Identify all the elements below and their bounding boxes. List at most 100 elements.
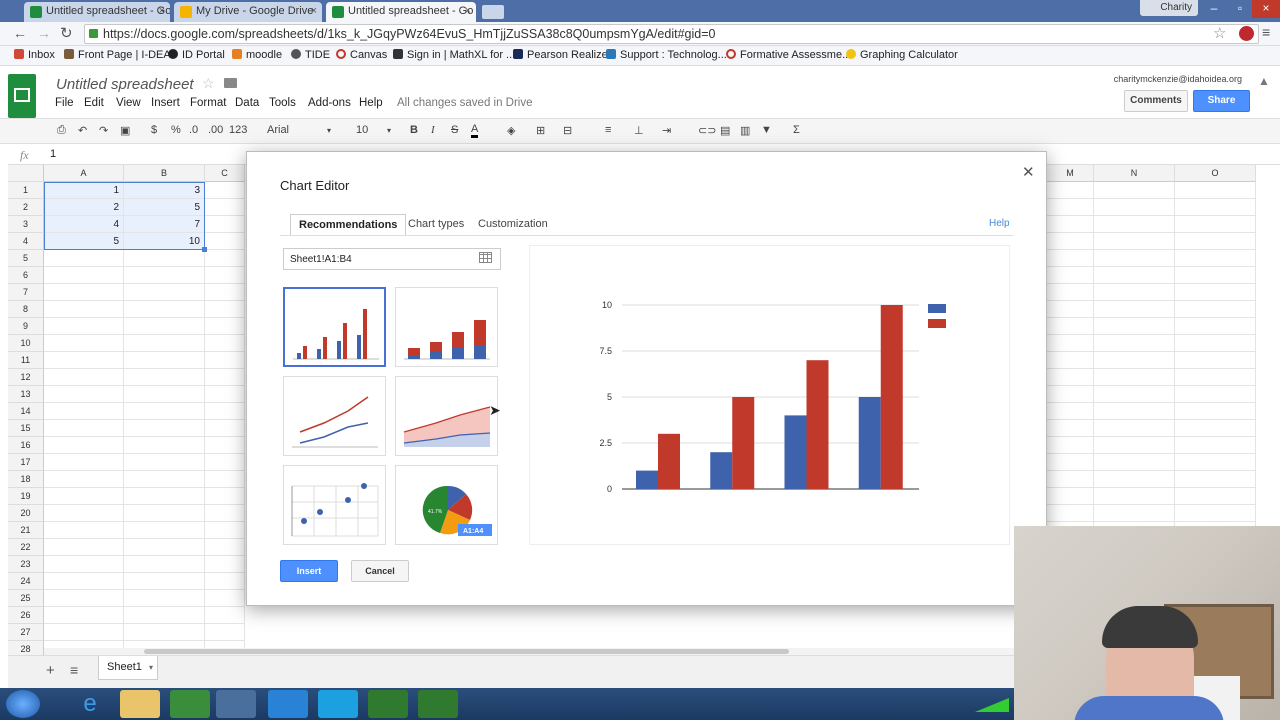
grid-cell[interactable] [205,454,245,471]
menu-format[interactable]: Format [190,97,226,109]
cancel-button[interactable]: Cancel [351,560,409,582]
thumb-pie-chart[interactable]: 41.7% A1:A4 [395,465,498,545]
grid-cell[interactable] [44,284,124,301]
row-header[interactable]: 3 [8,216,44,233]
grid-cell[interactable] [124,301,205,318]
row-header[interactable]: 10 [8,335,44,352]
grid-cell[interactable] [44,403,124,420]
grid-cell[interactable] [44,352,124,369]
grid-cell[interactable] [1094,488,1175,505]
thumb-area-chart[interactable] [395,376,498,456]
grid-cell[interactable] [44,573,124,590]
grid-cell[interactable] [1047,471,1094,488]
grid-cell[interactable] [1047,233,1094,250]
skype-icon[interactable] [318,690,358,718]
help-link[interactable]: Help [989,218,1010,229]
grid-cell[interactable] [44,454,124,471]
grid-cell[interactable] [44,505,124,522]
grid-cell[interactable] [1175,403,1256,420]
grid-cell[interactable] [1047,403,1094,420]
grid-cell[interactable] [205,369,245,386]
undo-icon[interactable]: ↶ [78,124,87,137]
decrease-decimal-button[interactable]: .0 [189,124,198,136]
grid-cell[interactable] [124,607,205,624]
row-header[interactable]: 9 [8,318,44,335]
grid-cell[interactable] [1047,216,1094,233]
browser-tab-1[interactable]: Untitled spreadsheet - Go × [24,2,170,22]
grid-cell[interactable] [1094,318,1175,335]
grid-cell[interactable] [1175,369,1256,386]
grid-cell[interactable]: 5 [124,199,205,216]
row-header[interactable]: 17 [8,454,44,471]
link-icon[interactable]: ⊂⊃ [698,124,716,137]
formula-input[interactable]: 1 [50,148,56,160]
column-header-a[interactable]: A [44,165,124,182]
grid-cell[interactable] [1094,182,1175,199]
grid-cell[interactable] [205,522,245,539]
grid-cell[interactable] [124,505,205,522]
font-select[interactable]: Arial [267,124,289,136]
row-header[interactable]: 14 [8,403,44,420]
grid-cell[interactable]: 7 [124,216,205,233]
strikethrough-icon[interactable]: S [451,124,458,136]
grid-cell[interactable] [1094,335,1175,352]
grid-cell[interactable] [124,573,205,590]
grid-cell[interactable] [1047,369,1094,386]
chevron-down-icon[interactable]: ▾ [327,126,331,135]
grid-cell[interactable] [205,488,245,505]
account-email[interactable]: charitymckenzie@idahoidea.org [1114,74,1242,84]
browser-tab-2[interactable]: My Drive - Google Drive × [174,2,322,22]
sheet-tab-sheet1[interactable]: Sheet1 ▾ [98,656,158,680]
grid-cell[interactable] [44,301,124,318]
grid-cell[interactable] [1094,505,1175,522]
grid-cell[interactable] [1175,233,1256,250]
grid-cell[interactable] [1175,505,1256,522]
bookmark-formative[interactable]: Formative Assessme... [726,49,851,61]
grid-cell[interactable] [1094,233,1175,250]
camtasia-icon[interactable] [368,690,408,718]
grid-cell[interactable] [1175,216,1256,233]
grid-cell[interactable] [44,607,124,624]
row-header[interactable]: 27 [8,624,44,641]
grid-cell[interactable] [205,318,245,335]
grid-cell[interactable] [205,471,245,488]
grid-cell[interactable] [1175,250,1256,267]
grid-cell[interactable] [205,386,245,403]
extension-icon[interactable] [1239,26,1254,41]
grid-cell[interactable] [44,420,124,437]
grid-cell[interactable] [1175,454,1256,471]
folder-icon[interactable] [224,78,237,88]
menu-addons[interactable]: Add-ons [308,97,351,109]
grid-cell[interactable] [44,556,124,573]
scroll-up-icon[interactable]: ▲ [1258,74,1270,88]
grid-cell[interactable] [1094,386,1175,403]
grid-cell[interactable] [1175,488,1256,505]
row-header[interactable]: 12 [8,369,44,386]
menu-edit[interactable]: Edit [84,97,104,109]
browser-tab-3[interactable]: Untitled spreadsheet - Go × [326,2,476,22]
column-header-c[interactable]: C [205,165,245,182]
grid-cell[interactable] [44,539,124,556]
add-sheet-icon[interactable]: + [46,662,55,679]
row-header[interactable]: 1 [8,182,44,199]
grid-cell[interactable] [205,573,245,590]
grid-cell[interactable] [124,284,205,301]
thumb-column-chart[interactable] [283,287,386,367]
grid-cell[interactable]: 5 [44,233,124,250]
signal-icon[interactable] [975,698,1009,712]
minimize-icon[interactable]: – [1200,0,1228,18]
fill-color-icon[interactable]: ◈ [507,124,515,137]
align-horizontal-icon[interactable]: ≡ [605,124,611,136]
grid-cell[interactable] [1175,182,1256,199]
grid-cell[interactable] [1094,471,1175,488]
grid-cell[interactable] [1094,284,1175,301]
grid-cell[interactable] [205,284,245,301]
functions-icon[interactable]: Σ [793,124,800,136]
thumb-stacked-column-chart[interactable] [395,287,498,367]
grid-cell[interactable] [1047,250,1094,267]
bookmark-moodle[interactable]: moodle [232,49,282,61]
data-range-input[interactable]: Sheet1!A1:B4 [283,248,501,270]
column-header-o[interactable]: O [1175,165,1256,182]
grid-cell[interactable] [205,233,245,250]
row-header[interactable]: 7 [8,284,44,301]
